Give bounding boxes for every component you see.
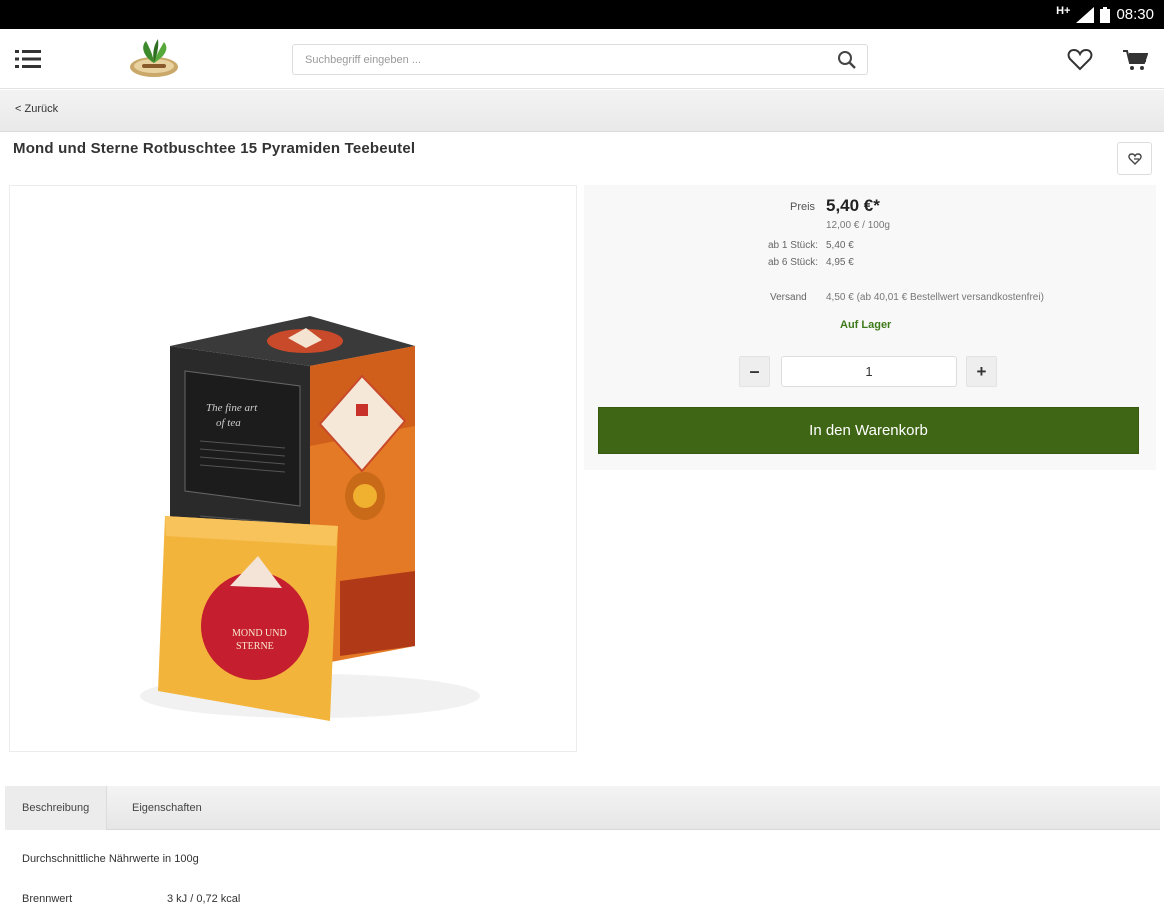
tier-label: ab 6 Stück: bbox=[767, 257, 818, 268]
logo[interactable] bbox=[126, 37, 182, 81]
shipping-label: Versand bbox=[770, 292, 807, 303]
tab-properties[interactable]: Eigenschaften bbox=[115, 786, 219, 830]
status-bar: H+ 08:30 bbox=[0, 0, 1164, 29]
box-text-1: The fine art bbox=[206, 402, 258, 414]
quantity-input[interactable] bbox=[781, 356, 957, 387]
add-to-cart-button[interactable]: In den Warenkorb bbox=[598, 407, 1139, 454]
product-image[interactable]: The fine art of tea MOND UND STERNE bbox=[9, 185, 577, 752]
price: 5,40 €* bbox=[826, 196, 880, 215]
note-icon bbox=[1127, 152, 1142, 165]
network-type: H+ bbox=[1056, 4, 1071, 17]
shipping-value: 4,50 € (ab 40,01 € Bestellwert versandko… bbox=[826, 292, 1044, 303]
header-bar bbox=[0, 29, 1164, 89]
search-icon[interactable] bbox=[837, 50, 857, 70]
heart-icon[interactable] bbox=[1067, 49, 1093, 71]
quantity-increase-button[interactable]: + bbox=[966, 356, 997, 387]
cart-icon[interactable] bbox=[1122, 48, 1148, 72]
battery-icon bbox=[1100, 6, 1111, 23]
reference-price: 12,00 € / 100g bbox=[826, 220, 890, 231]
back-link[interactable]: < Zurück bbox=[15, 103, 58, 115]
stock-status: Auf Lager bbox=[840, 319, 892, 331]
nutrition-value: 3 kJ / 0,72 kcal bbox=[167, 893, 241, 905]
product-image-drawing: The fine art of tea MOND UND STERNE bbox=[140, 316, 480, 721]
back-bar: < Zurück bbox=[0, 90, 1164, 132]
note-button[interactable] bbox=[1117, 142, 1152, 175]
tier-value: 4,95 € bbox=[826, 257, 854, 268]
detail-tabs: Beschreibung Eigenschaften bbox=[5, 786, 1160, 830]
signal-icon bbox=[1076, 6, 1095, 23]
menu-icon[interactable] bbox=[15, 49, 41, 69]
nutrition-label: Brennwert bbox=[22, 893, 73, 905]
box-text-2: of tea bbox=[216, 417, 241, 429]
bag-text-1: MOND UND bbox=[232, 628, 287, 639]
quantity-decrease-button[interactable]: – bbox=[739, 356, 770, 387]
clock: 08:30 bbox=[1116, 6, 1154, 23]
tier-value: 5,40 € bbox=[826, 240, 854, 251]
search-box bbox=[292, 44, 868, 75]
bag-text-2: STERNE bbox=[236, 641, 274, 652]
product-title: Mond und Sterne Rotbuschtee 15 Pyramiden… bbox=[13, 140, 416, 157]
search-input[interactable] bbox=[293, 45, 813, 74]
price-label: Preis bbox=[790, 201, 816, 213]
tier-label: ab 1 Stück: bbox=[767, 240, 818, 251]
description-heading: Durchschnittliche Nährwerte in 100g bbox=[22, 853, 199, 865]
tab-description[interactable]: Beschreibung bbox=[5, 786, 108, 830]
